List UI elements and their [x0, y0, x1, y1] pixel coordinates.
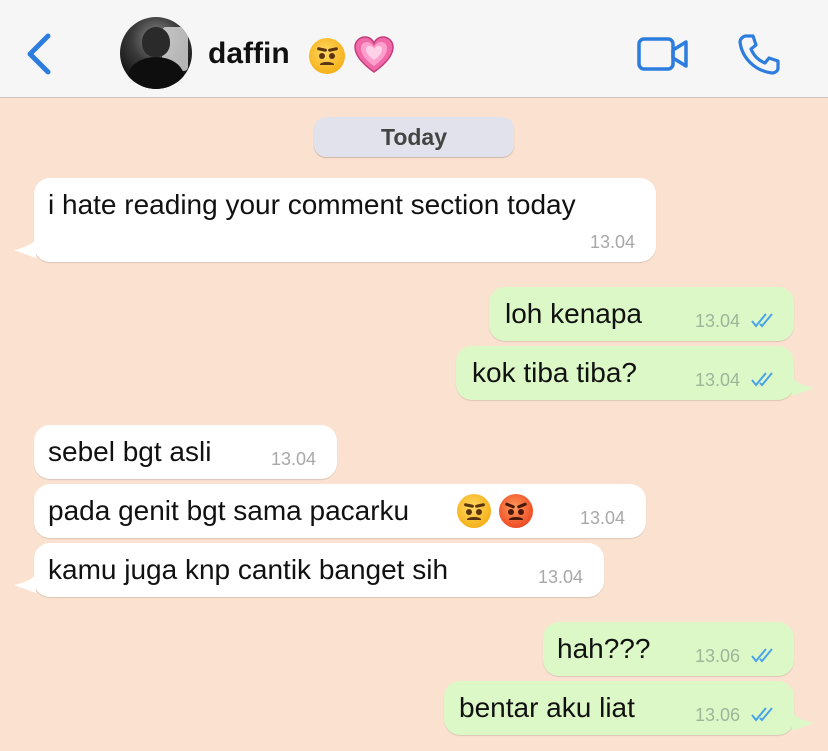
message-text: kamu juga knp cantik banget sih [48, 554, 449, 585]
message-time: 13.06 [695, 646, 741, 666]
message-bubble-outgoing[interactable]: loh kenapa 13.04 [489, 287, 794, 341]
date-divider: Today [314, 117, 514, 157]
video-call-button[interactable] [636, 36, 690, 72]
message-bubble-incoming[interactable]: sebel bgt asli 13.04 [34, 425, 337, 479]
read-ticks-icon [751, 648, 773, 663]
growing-heart-emoji [354, 36, 394, 73]
annoyed-face-emoji [457, 494, 491, 528]
message-text: sebel bgt asli [48, 436, 212, 467]
phone-icon [738, 34, 780, 75]
read-ticks-icon [751, 313, 773, 328]
message-time: 13.04 [580, 508, 626, 528]
message-text: bentar aku liat [459, 692, 635, 723]
bubble-tail [792, 713, 814, 731]
bubble-tail [792, 378, 814, 396]
message-text: loh kenapa [505, 298, 643, 329]
message-bubble-incoming[interactable]: i hate reading your comment section toda… [34, 178, 656, 262]
chevron-left-icon [27, 33, 51, 75]
avatar[interactable] [120, 17, 192, 89]
message-bubble-incoming[interactable]: pada genit bgt sama pacarku 13.04 [34, 484, 646, 538]
read-ticks-icon [751, 372, 773, 387]
message-text: kok tiba tiba? [472, 357, 637, 388]
message-text: hah??? [557, 633, 651, 664]
message-text: pada genit bgt sama pacarku [48, 495, 410, 526]
video-camera-icon [637, 37, 688, 71]
message-bubble-outgoing[interactable]: hah??? 13.06 [543, 622, 794, 676]
bubble-tail [14, 240, 36, 258]
message-bubble-outgoing[interactable]: bentar aku liat 13.06 [444, 681, 794, 735]
message-time: 13.04 [538, 567, 584, 587]
contact-name[interactable]: daffin [208, 36, 290, 72]
chat-header: daffin [0, 0, 828, 98]
annoyed-face-emoji [309, 38, 345, 74]
angry-face-emoji [499, 494, 533, 528]
message-bubble-incoming[interactable]: kamu juga knp cantik banget sih 13.04 [34, 543, 604, 597]
back-button[interactable] [22, 30, 56, 78]
message-time: 13.04 [695, 311, 741, 331]
message-text: i hate reading your comment section toda… [48, 189, 576, 220]
voice-call-button[interactable] [737, 32, 781, 76]
message-bubble-outgoing[interactable]: kok tiba tiba? 13.04 [456, 346, 794, 400]
message-time: 13.04 [271, 449, 317, 469]
message-time: 13.04 [695, 370, 741, 390]
message-time: 13.04 [590, 232, 636, 252]
read-ticks-icon [751, 707, 773, 722]
message-time: 13.06 [695, 705, 741, 725]
bubble-tail [14, 575, 36, 593]
